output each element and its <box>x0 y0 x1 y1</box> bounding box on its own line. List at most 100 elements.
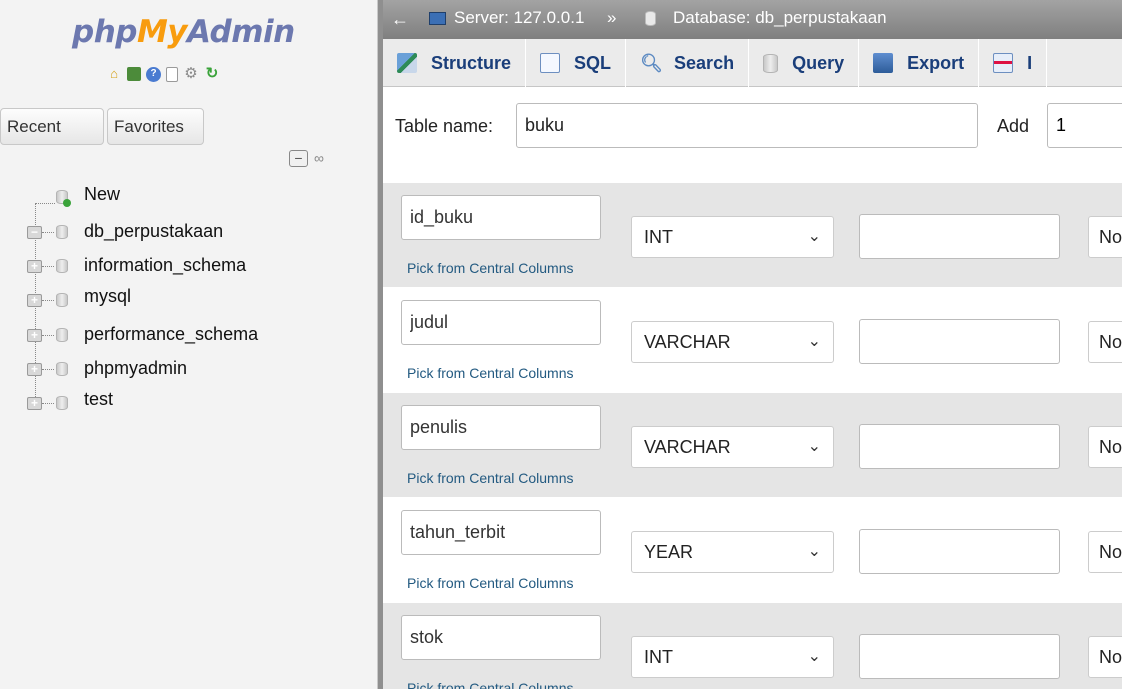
length-values-input[interactable] <box>859 214 1060 259</box>
query-icon <box>763 53 779 73</box>
tab-import[interactable]: I <box>979 39 1048 87</box>
navigation-panel: phpMyAdmin ⌂ ? ⚙ ↻ Recent Favorites − ∞ … <box>0 0 377 689</box>
favorite-tables-button[interactable]: Favorites <box>107 108 204 145</box>
database-icon <box>56 328 68 342</box>
expand-icon[interactable]: + <box>27 329 42 342</box>
column-type-value: INT <box>644 647 673 667</box>
tree-branch <box>42 403 54 404</box>
pick-from-central-columns-link[interactable]: Pick from Central Columns <box>407 680 574 689</box>
database-icon <box>56 362 68 376</box>
tree-item-label[interactable]: phpmyadmin <box>84 358 187 379</box>
collapse-all-icon[interactable]: − <box>289 150 308 167</box>
tab-query[interactable]: Query <box>749 39 860 87</box>
column-type-select[interactable]: VARCHAR ⌄ <box>631 426 834 468</box>
column-row: Pick from Central Columns INT ⌄ No <box>383 183 1122 287</box>
expand-icon[interactable]: + <box>27 363 42 376</box>
breadcrumb-server-link[interactable]: Server: 127.0.0.1 <box>454 8 584 28</box>
chevron-down-icon: ⌄ <box>807 648 821 665</box>
length-values-input[interactable] <box>859 319 1060 364</box>
pick-from-central-columns-link[interactable]: Pick from Central Columns <box>407 470 574 486</box>
documentation-icon[interactable] <box>166 66 178 82</box>
length-values-input[interactable] <box>859 529 1060 574</box>
column-type-select[interactable]: VARCHAR ⌄ <box>631 321 834 363</box>
tab-label: I <box>1027 52 1033 73</box>
column-type-value: YEAR <box>644 542 694 562</box>
default-select[interactable]: No <box>1088 531 1122 573</box>
expand-icon[interactable]: + <box>27 397 42 410</box>
tree-item-test[interactable]: + test <box>0 386 377 420</box>
nav-icon-bar: ⌂ ? ⚙ ↻ <box>106 66 220 82</box>
column-name-input[interactable] <box>401 615 601 660</box>
tree-item-new[interactable]: New <box>0 180 377 214</box>
tab-structure[interactable]: Structure <box>383 39 527 87</box>
column-type-value: VARCHAR <box>644 437 731 457</box>
default-value: No <box>1099 332 1122 352</box>
default-select[interactable]: No <box>1088 426 1122 468</box>
database-icon <box>645 11 656 26</box>
column-name-input[interactable] <box>401 300 601 345</box>
pick-from-central-columns-link[interactable]: Pick from Central Columns <box>407 365 574 381</box>
length-values-input[interactable] <box>859 634 1060 679</box>
column-type-select[interactable]: INT ⌄ <box>631 216 834 258</box>
tree-item-label[interactable]: New <box>84 184 120 205</box>
tree-branch <box>42 232 54 233</box>
column-name-input[interactable] <box>401 405 601 450</box>
tab-label: Structure <box>431 52 512 73</box>
chevron-down-icon: ⌄ <box>807 438 821 455</box>
column-name-input[interactable] <box>401 195 601 240</box>
default-select[interactable]: No <box>1088 321 1122 363</box>
link-with-main-panel-icon[interactable]: ∞ <box>314 150 324 167</box>
column-type-value: INT <box>644 227 673 247</box>
tree-item-label[interactable]: mysql <box>84 286 131 307</box>
reload-icon[interactable]: ↻ <box>204 66 220 82</box>
breadcrumb-separator: » <box>607 8 617 27</box>
tree-item-information-schema[interactable]: + information_schema <box>0 249 377 283</box>
tab-sql[interactable]: SQL <box>526 39 627 87</box>
column-type-value: VARCHAR <box>644 332 731 352</box>
help-icon[interactable]: ? <box>146 66 161 82</box>
logout-icon[interactable] <box>127 67 141 81</box>
tree-item-label[interactable]: information_schema <box>84 255 246 276</box>
tree-item-label[interactable]: performance_schema <box>84 324 258 345</box>
tab-label: Query <box>792 52 845 73</box>
tree-item-label[interactable]: db_perpustakaan <box>84 221 223 242</box>
tab-search[interactable]: 🔍︎ Search <box>626 39 750 87</box>
default-select[interactable]: No <box>1088 636 1122 678</box>
phpmyadmin-logo[interactable]: phpMyAdmin <box>72 14 295 50</box>
column-row: Pick from Central Columns VARCHAR ⌄ No <box>383 393 1122 497</box>
tree-item-label[interactable]: test <box>84 389 113 410</box>
tree-item-mysql[interactable]: + mysql <box>0 283 377 317</box>
tab-label: SQL <box>574 52 612 73</box>
home-icon[interactable]: ⌂ <box>106 66 122 82</box>
collapse-icon[interactable]: − <box>27 226 42 239</box>
column-name-input[interactable] <box>401 510 601 555</box>
column-type-select[interactable]: INT ⌄ <box>631 636 834 678</box>
column-row: Pick from Central Columns VARCHAR ⌄ No <box>383 288 1122 392</box>
structure-icon <box>397 53 417 73</box>
export-icon <box>873 53 894 73</box>
tree-item-db-perpustakaan[interactable]: − db_perpustakaan <box>0 215 377 249</box>
tree-branch <box>42 266 54 267</box>
recent-tables-button[interactable]: Recent <box>0 108 104 145</box>
tree-item-phpmyadmin[interactable]: + phpmyadmin <box>0 352 377 386</box>
chevron-down-icon: ⌄ <box>807 333 821 350</box>
settings-icon[interactable]: ⚙ <box>183 66 199 82</box>
expand-icon[interactable]: + <box>27 294 42 307</box>
default-select[interactable]: No <box>1088 216 1122 258</box>
expand-icon[interactable]: + <box>27 260 42 273</box>
breadcrumb-database-link[interactable]: Database: db_perpustakaan <box>673 8 887 28</box>
tree-item-performance-schema[interactable]: + performance_schema <box>0 318 377 352</box>
add-columns-count-input[interactable] <box>1047 103 1122 148</box>
table-name-input[interactable] <box>516 103 978 148</box>
back-arrow-icon[interactable]: ← <box>391 9 409 30</box>
column-type-select[interactable]: YEAR ⌄ <box>631 531 834 573</box>
server-icon <box>429 12 446 25</box>
top-menu-tabs: Structure SQL 🔍︎ Search Query Export I <box>383 39 1122 87</box>
pick-from-central-columns-link[interactable]: Pick from Central Columns <box>407 575 574 591</box>
pick-from-central-columns-link[interactable]: Pick from Central Columns <box>407 260 574 276</box>
tab-export[interactable]: Export <box>859 39 980 87</box>
length-values-input[interactable] <box>859 424 1060 469</box>
tree-branch <box>42 300 54 301</box>
default-value: No <box>1099 437 1122 457</box>
default-value: No <box>1099 542 1122 562</box>
